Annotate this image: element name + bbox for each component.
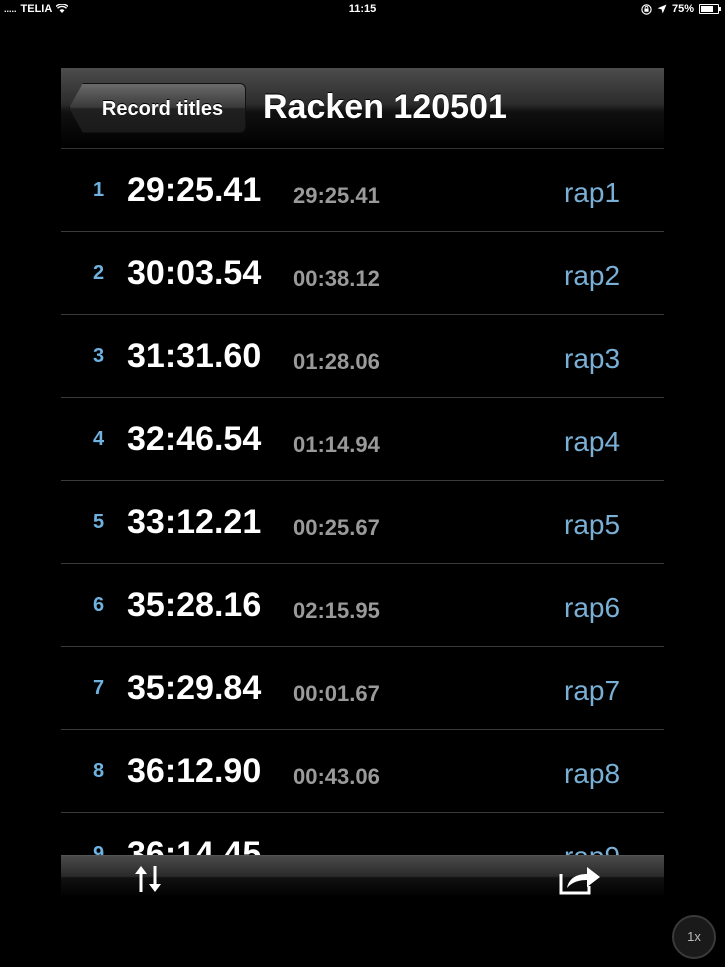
list-item[interactable]: 5 33:12.21 00:25.67 rap5 (61, 481, 664, 564)
lap-label: rap4 (564, 426, 621, 457)
share-icon[interactable] (557, 862, 605, 896)
lap-index: 1 (93, 179, 105, 201)
list-item[interactable]: 2 30:03.54 00:38.12 rap2 (61, 232, 664, 315)
lap-split-time: 01:14.94 (293, 432, 380, 457)
list-item[interactable]: 7 35:29.84 00:01.67 rap7 (61, 647, 664, 730)
lap-index: 4 (93, 428, 105, 450)
lap-split-time: 00:38.12 (293, 266, 380, 291)
status-right: 75% (641, 3, 721, 15)
lap-total-time: 30:03.54 (127, 254, 262, 292)
location-arrow-icon (657, 4, 667, 14)
lap-index: 6 (93, 594, 105, 616)
sort-arrows-icon[interactable] (131, 862, 165, 896)
lap-label: rap5 (564, 509, 621, 540)
battery-fill (701, 6, 713, 12)
lap-index: 3 (93, 345, 105, 367)
orientation-lock-icon (641, 3, 652, 15)
lap-list[interactable]: 1 29:25.41 29:25.41 rap1 2 30:03.54 00:38.12 ra… (61, 149, 664, 896)
lap-split-time: 00:01.67 (293, 681, 380, 706)
list-item[interactable]: 8 36:12.90 00:43.06 rap8 (61, 730, 664, 813)
lap-split-time: 29:25.41 (293, 183, 380, 208)
lap-total-time: 36:12.90 (127, 752, 262, 790)
popover-panel: Record titles Racken 120501 1 29:25.41 29:… (61, 68, 664, 897)
lap-index: 8 (93, 760, 105, 782)
battery-percent: 75% (671, 3, 694, 15)
bottom-toolbar (61, 855, 664, 897)
lap-total-time: 32:46.54 (127, 420, 262, 458)
list-item[interactable]: 1 29:25.41 29:25.41 rap1 (61, 149, 664, 232)
lap-label: rap2 (564, 260, 621, 291)
back-button-record-titles[interactable]: Record titles (69, 83, 246, 133)
lap-split-time: 01:28.06 (293, 349, 380, 374)
list-item[interactable]: 6 35:28.16 02:15.95 rap6 (61, 564, 664, 647)
lap-total-time: 31:31.60 (127, 337, 262, 375)
lap-total-time: 35:29.84 (127, 669, 262, 707)
status-bar: ..... TELIA 11:15 75% (0, 0, 725, 20)
lap-label: rap1 (564, 177, 621, 208)
lap-label: rap7 (564, 675, 621, 706)
lap-label: rap6 (564, 592, 621, 623)
page-title: Racken 120501 (263, 88, 507, 126)
lap-total-time: 35:28.16 (127, 586, 262, 624)
list-item[interactable]: 4 32:46.54 01:14.94 rap4 (61, 398, 664, 481)
nav-bar: Record titles Racken 120501 (61, 68, 664, 149)
status-time: 11:15 (348, 3, 377, 15)
lap-split-time: 00:43.06 (293, 764, 380, 789)
zoom-level-button[interactable]: 1x (672, 915, 716, 959)
lap-label: rap3 (564, 343, 621, 374)
lap-index: 5 (93, 511, 105, 533)
battery-icon (699, 4, 721, 14)
lap-split-time: 02:15.95 (293, 598, 380, 623)
list-item[interactable]: 3 31:31.60 01:28.06 rap3 (61, 315, 664, 398)
lap-label: rap8 (564, 758, 621, 789)
lap-index: 2 (93, 262, 105, 284)
lap-total-time: 33:12.21 (127, 503, 262, 541)
lap-split-time: 00:25.67 (293, 515, 380, 540)
lap-total-time: 29:25.41 (127, 171, 262, 209)
lap-index: 7 (93, 677, 105, 699)
